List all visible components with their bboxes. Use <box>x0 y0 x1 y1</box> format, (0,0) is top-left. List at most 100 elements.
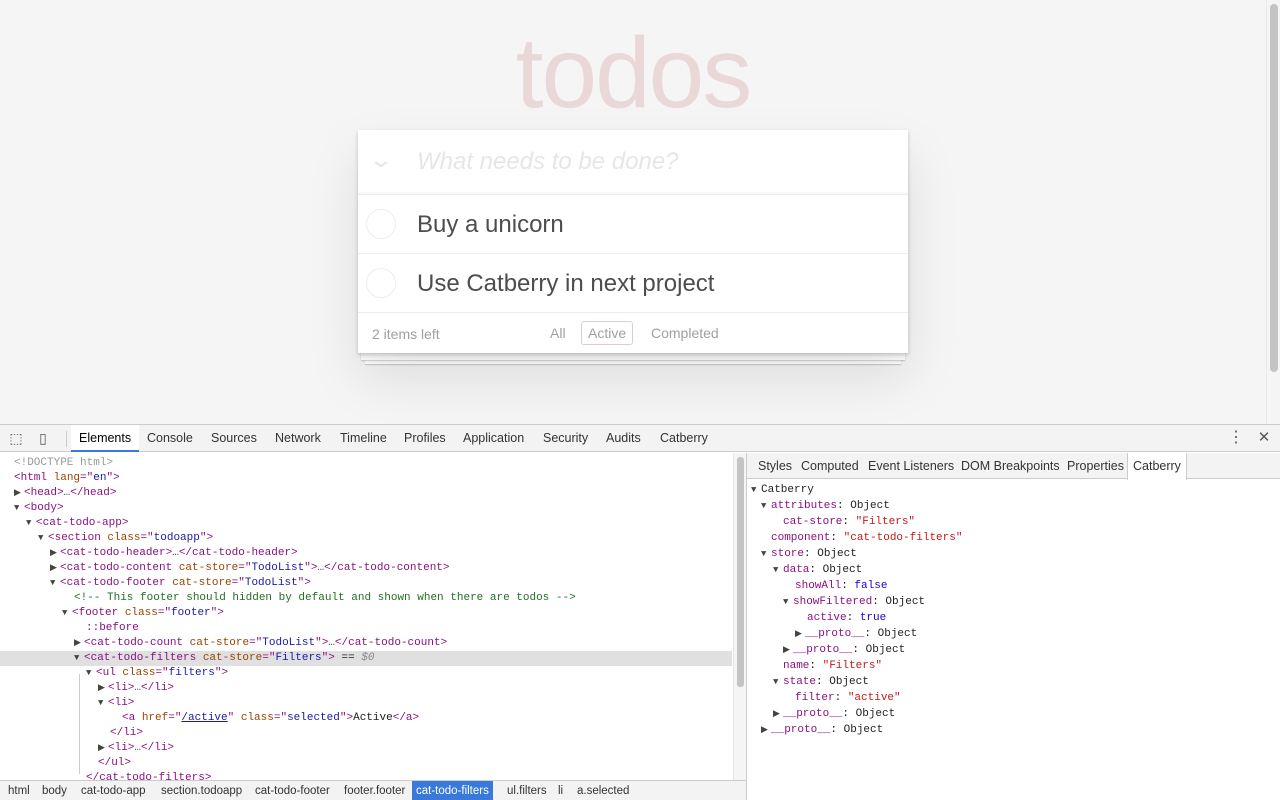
expand-icon[interactable]: ▶ <box>773 706 783 722</box>
dom-node[interactable]: ▼ <cat-todo-app> <box>0 516 732 531</box>
dom-node[interactable]: ▼ <ul class="filters"> <box>0 666 732 681</box>
collapse-icon[interactable]: ▼ <box>62 606 72 621</box>
tab-application[interactable]: Application <box>455 425 532 452</box>
scrollbar-thumb[interactable] <box>1270 4 1278 372</box>
breadcrumb-item[interactable]: li <box>554 781 567 800</box>
tab-network[interactable]: Network <box>267 425 329 452</box>
collapse-icon[interactable]: ▼ <box>14 501 24 516</box>
dom-node[interactable]: <a href="/active" class="selected">Activ… <box>0 711 732 726</box>
tab-properties[interactable]: Properties <box>1062 453 1129 479</box>
todo-checkbox[interactable] <box>366 268 396 298</box>
expand-icon[interactable]: ▶ <box>783 642 793 658</box>
tab-styles[interactable]: Styles <box>753 453 797 479</box>
todo-checkbox[interactable] <box>366 209 396 239</box>
collapse-icon[interactable]: ▼ <box>86 666 96 681</box>
tree-node[interactable]: showAll: false <box>795 578 887 594</box>
dom-node[interactable]: ▼ <cat-todo-footer cat-store="TodoList"> <box>0 576 732 591</box>
dom-node[interactable]: ▶ <cat-todo-content cat-store="TodoList">… <box>0 561 732 576</box>
tree-node[interactable]: ▼ store: Object <box>761 546 857 562</box>
expand-icon[interactable]: ▶ <box>74 636 84 651</box>
dom-comment[interactable]: <!-- This footer should hidden by defaul… <box>0 591 732 606</box>
tab-audits[interactable]: Audits <box>598 425 649 452</box>
tree-node[interactable]: component: "cat-todo-filters" <box>771 530 962 546</box>
tree-node[interactable]: ▶ __proto__: Object <box>761 722 883 738</box>
breadcrumb-item[interactable]: body <box>38 781 71 800</box>
breadcrumb-item[interactable]: html <box>4 781 34 800</box>
collapse-icon[interactable]: ▼ <box>761 546 771 562</box>
tab-catberry-sidebar[interactable]: Catberry <box>1127 453 1187 480</box>
breadcrumb-item[interactable]: ul.filters <box>503 781 551 800</box>
breadcrumb-item[interactable]: cat-todo-app <box>77 781 150 800</box>
tab-timeline[interactable]: Timeline <box>332 425 395 452</box>
tree-node[interactable]: active: true <box>807 610 886 626</box>
filter-completed[interactable]: Completed <box>644 321 726 345</box>
collapse-icon[interactable]: ▼ <box>761 498 771 514</box>
tab-elements[interactable]: Elements <box>71 425 140 452</box>
breadcrumb-item[interactable]: section.todoapp <box>157 781 246 800</box>
tree-node[interactable]: ▼ showFiltered: Object <box>783 594 925 610</box>
tree-node[interactable]: name: "Filters" <box>783 658 882 674</box>
dom-node-selected[interactable]: ▼ <cat-todo-filters cat-store="Filters"> … <box>0 651 732 666</box>
expand-icon[interactable]: ▶ <box>761 722 771 738</box>
dom-node[interactable]: ▶ <cat-todo-count cat-store="TodoList">…<… <box>0 636 732 651</box>
expand-icon[interactable]: ▶ <box>795 626 805 642</box>
tab-computed[interactable]: Computed <box>796 453 864 479</box>
toggle-all-icon[interactable]: ⌄ <box>368 149 396 171</box>
dom-pseudo[interactable]: ::before <box>0 621 732 636</box>
tree-node[interactable]: ▼ Catberry <box>751 482 814 498</box>
collapse-icon[interactable]: ▼ <box>50 576 60 591</box>
device-icon[interactable]: ▯ <box>35 430 51 446</box>
tab-dom-breakpoints[interactable]: DOM Breakpoints <box>956 453 1065 479</box>
tree-node[interactable]: cat-store: "Filters" <box>783 514 915 530</box>
more-vertical-icon[interactable]: ⋮ <box>1228 429 1244 447</box>
dom-node[interactable]: ▶ <cat-todo-header>…</cat-todo-header> <box>0 546 732 561</box>
tree-node[interactable]: filter: "active" <box>795 690 901 706</box>
tab-sources[interactable]: Sources <box>203 425 265 452</box>
expand-icon[interactable]: ▶ <box>98 681 108 696</box>
dom-node[interactable]: ▼ <body> <box>0 501 732 516</box>
collapse-icon[interactable]: ▼ <box>783 594 793 610</box>
breadcrumb-item-active[interactable]: cat-todo-filters <box>412 781 493 800</box>
tree-node[interactable]: ▶ __proto__: Object <box>783 642 905 658</box>
todo-label[interactable]: Buy a unicorn <box>417 211 564 239</box>
expand-icon[interactable]: ▶ <box>50 546 60 561</box>
todo-label[interactable]: Use Catberry in next project <box>417 270 714 298</box>
tab-catberry[interactable]: Catberry <box>652 425 716 452</box>
dom-node[interactable]: ▼ <section class="todoapp"> <box>0 531 732 546</box>
collapse-icon[interactable]: ▼ <box>26 516 36 531</box>
tree-node[interactable]: ▼ attributes: Object <box>761 498 890 514</box>
elements-scrollbar[interactable] <box>733 453 746 789</box>
dom-node[interactable]: ▼ <footer class="footer"> <box>0 606 732 621</box>
tree-node[interactable]: ▶ __proto__: Object <box>773 706 895 722</box>
tab-console[interactable]: Console <box>139 425 201 452</box>
collapse-icon[interactable]: ▼ <box>38 531 48 546</box>
collapse-icon[interactable]: ▼ <box>751 482 761 498</box>
expand-icon[interactable]: ▶ <box>98 741 108 756</box>
collapse-icon[interactable]: ▼ <box>773 674 783 690</box>
collapse-icon[interactable]: ▼ <box>98 696 108 711</box>
page-scrollbar[interactable] <box>1266 0 1280 424</box>
tab-profiles[interactable]: Profiles <box>396 425 454 452</box>
expand-icon[interactable]: ▶ <box>14 486 24 501</box>
tree-node[interactable]: ▼ state: Object <box>773 674 869 690</box>
tree-node[interactable]: ▶ __proto__: Object <box>795 626 917 642</box>
inspect-icon[interactable]: ⬚ <box>8 430 24 446</box>
collapse-icon[interactable]: ▼ <box>773 562 783 578</box>
dom-node[interactable]: </li> <box>0 726 732 741</box>
dom-node[interactable]: ▶ <li>…</li> <box>0 741 732 756</box>
scrollbar-thumb[interactable] <box>737 457 744 687</box>
dom-node[interactable]: ▶ <head>…</head> <box>0 486 732 501</box>
dom-node[interactable]: ▼ <li> <box>0 696 732 711</box>
close-icon[interactable]: ✕ <box>1256 429 1272 447</box>
filter-active[interactable]: Active <box>581 321 634 345</box>
collapse-icon[interactable]: ▼ <box>74 651 84 666</box>
filter-all[interactable]: All <box>543 321 573 345</box>
breadcrumb-item[interactable]: a.selected <box>573 781 633 800</box>
tree-node[interactable]: ▼ data: Object <box>773 562 862 578</box>
tab-event-listeners[interactable]: Event Listeners <box>863 453 959 479</box>
dom-node[interactable]: ▶ <li>…</li> <box>0 681 732 696</box>
dom-node[interactable]: <!DOCTYPE html> <box>0 456 732 471</box>
expand-icon[interactable]: ▶ <box>50 561 60 576</box>
dom-node[interactable]: </ul> <box>0 756 732 771</box>
new-todo-input[interactable]: What needs to be done? <box>417 148 679 176</box>
